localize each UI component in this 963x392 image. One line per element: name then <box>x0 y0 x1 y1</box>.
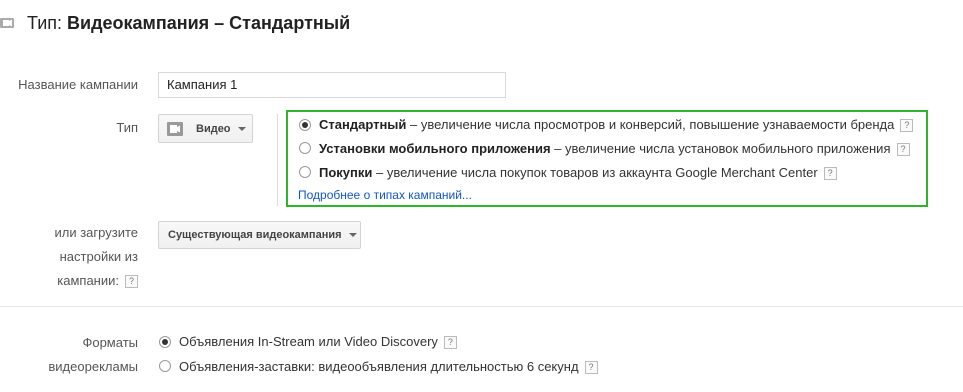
section-divider <box>0 306 963 307</box>
load-settings-label: или загрузите <box>54 225 139 240</box>
load-settings-label: кампании:? <box>57 273 138 289</box>
campaign-type-dropdown[interactable]: Видео <box>158 114 253 143</box>
help-icon[interactable]: ? <box>823 167 837 181</box>
radio-instream[interactable] <box>159 336 171 348</box>
radio-bumper[interactable] <box>159 360 171 372</box>
type-label: Тип <box>116 120 138 135</box>
chevron-down-icon <box>237 126 246 131</box>
option-app-installs[interactable]: Установки мобильного приложения – увелич… <box>319 141 910 157</box>
campaign-type-dropdown-label: Видео <box>196 122 231 135</box>
campaign-types-link[interactable]: Подробнее о типах кампаний... <box>298 188 472 202</box>
radio-app-installs[interactable] <box>299 142 311 154</box>
help-icon[interactable]: ? <box>896 143 910 157</box>
chevron-down-icon <box>348 233 357 237</box>
formats-label: видеорекламы <box>48 359 138 374</box>
option-instream[interactable]: Объявления In-Stream или Video Discovery… <box>179 334 457 350</box>
help-icon[interactable]: ? <box>125 275 138 289</box>
existing-campaign-dropdown-label: Существующая видеокампания <box>168 229 342 241</box>
video-camera-icon <box>0 18 14 28</box>
page-title: Тип: Видеокампания – Стандартный <box>27 13 351 33</box>
help-icon[interactable]: ? <box>900 119 914 133</box>
option-bumper[interactable]: Объявления-заставки: видеообъявления дли… <box>179 359 598 375</box>
radio-shopping[interactable] <box>299 166 311 178</box>
help-icon[interactable]: ? <box>584 361 598 375</box>
help-icon[interactable]: ? <box>443 336 457 350</box>
option-standard[interactable]: Стандартный – увеличение числа просмотро… <box>319 117 914 133</box>
campaign-name-input[interactable]: Кампания 1 <box>158 72 506 98</box>
divider <box>277 114 278 206</box>
formats-label: Форматы <box>82 335 138 350</box>
video-icon <box>167 121 183 136</box>
campaign-name-label: Название кампании <box>18 77 138 92</box>
radio-standard[interactable] <box>299 119 311 131</box>
existing-campaign-dropdown[interactable]: Существующая видеокампания <box>158 221 361 249</box>
option-shopping[interactable]: Покупки – увеличение числа покупок товар… <box>319 165 837 181</box>
load-settings-label: настройки из <box>59 249 138 264</box>
